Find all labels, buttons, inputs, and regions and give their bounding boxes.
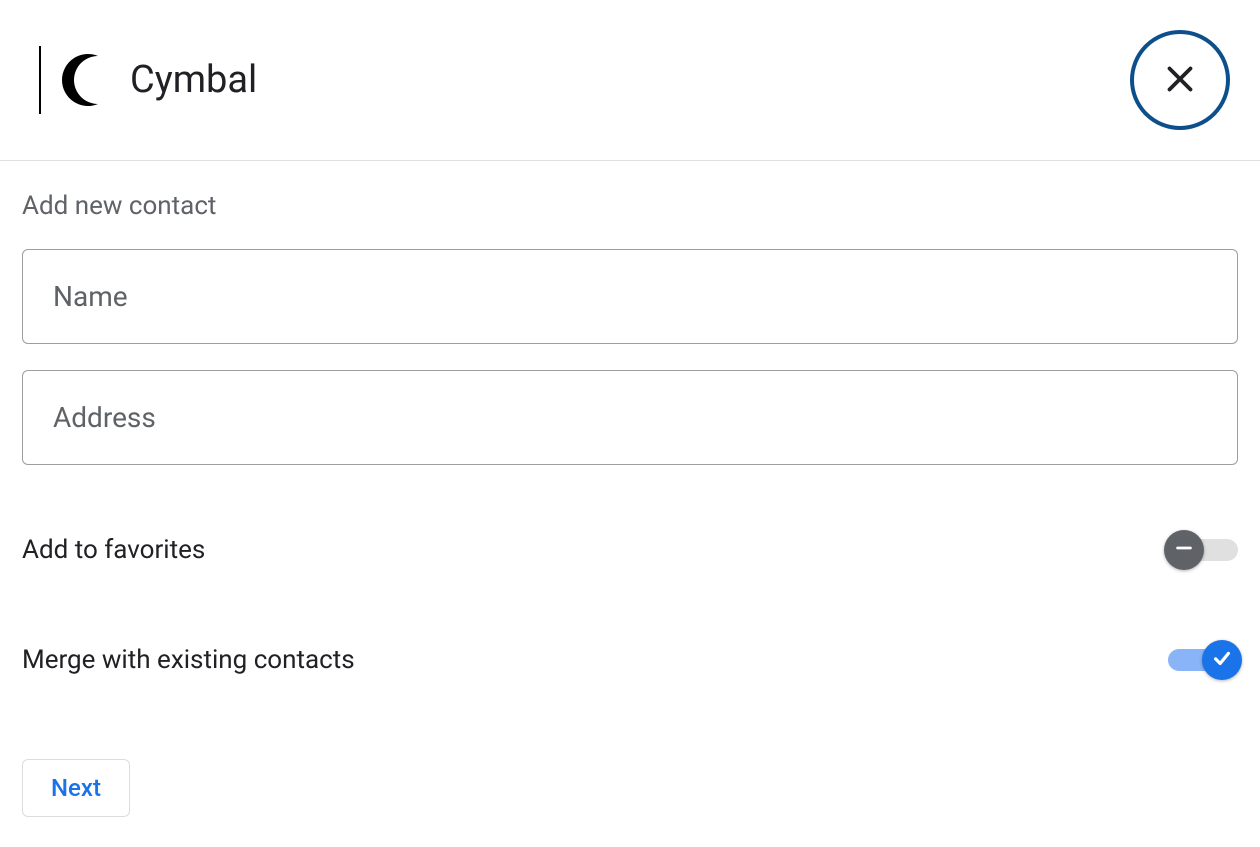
favorites-row: Add to favorites	[22, 535, 1238, 565]
brand-name: Cymbal	[130, 58, 257, 102]
toggle-thumb	[1202, 640, 1242, 680]
toggle-thumb	[1164, 530, 1204, 570]
header: Cymbal	[0, 0, 1260, 161]
favorites-toggle[interactable]	[1168, 537, 1238, 563]
section-title: Add new contact	[22, 191, 1238, 221]
next-button[interactable]: Next	[22, 759, 130, 817]
brand-logo-icon	[30, 40, 110, 120]
close-button[interactable]	[1130, 30, 1230, 130]
address-input[interactable]	[22, 370, 1238, 465]
content: Add new contact Add to favorites Merge w…	[0, 161, 1260, 847]
merge-toggle[interactable]	[1168, 647, 1238, 673]
merge-label: Merge with existing contacts	[22, 645, 355, 675]
merge-row: Merge with existing contacts	[22, 645, 1238, 675]
check-icon	[1211, 647, 1233, 673]
minus-icon	[1173, 537, 1195, 563]
close-icon	[1162, 61, 1198, 100]
brand: Cymbal	[30, 40, 257, 120]
name-input[interactable]	[22, 249, 1238, 344]
favorites-label: Add to favorites	[22, 535, 205, 565]
